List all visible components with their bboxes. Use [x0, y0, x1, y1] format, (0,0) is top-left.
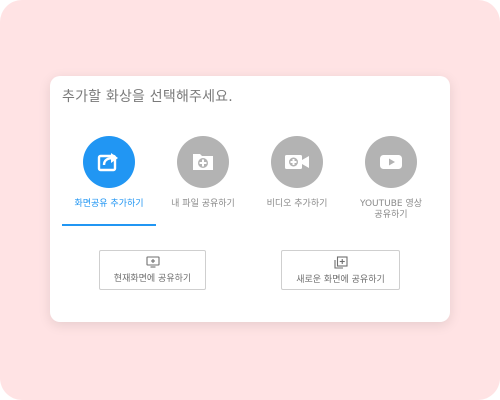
video-add-icon — [285, 155, 309, 169]
page-background: 추가할 화상을 선택해주세요. 화면공유 추가하기 내 파일 공유하기 비디오 … — [0, 0, 500, 400]
active-tab-underline — [62, 224, 156, 226]
option-label: 내 파일 공유하기 — [171, 199, 235, 209]
share-new-screen-button[interactable]: 새로운 화면에 공유하기 — [281, 250, 400, 290]
option-video-add[interactable]: 비디오 추가하기 — [250, 136, 344, 231]
option-youtube-share[interactable]: YOUTUBE 영상 공유하기 — [344, 136, 438, 231]
share-new-screen-label: 새로운 화면에 공유하기 — [296, 274, 385, 285]
option-label: 비디오 추가하기 — [266, 199, 328, 209]
source-options: 화면공유 추가하기 내 파일 공유하기 비디오 추가하기 YOUTUBE 영상 … — [62, 136, 438, 231]
option-file-share[interactable]: 내 파일 공유하기 — [156, 136, 250, 231]
dialog-title: 추가할 화상을 선택해주세요. — [62, 89, 233, 105]
option-screen-share[interactable]: 화면공유 추가하기 — [62, 136, 156, 231]
youtube-share-button-circle[interactable] — [365, 136, 417, 188]
option-label: 화면공유 추가하기 — [74, 199, 144, 209]
youtube-play-icon — [380, 155, 402, 169]
add-source-dialog: 추가할 화상을 선택해주세요. 화면공유 추가하기 내 파일 공유하기 비디오 … — [50, 76, 450, 322]
screen-share-button-circle[interactable] — [83, 136, 135, 188]
share-current-screen-button[interactable]: 현재화면에 공유하기 — [99, 250, 206, 290]
file-share-button-circle[interactable] — [177, 136, 229, 188]
monitor-plus-icon — [145, 256, 160, 268]
file-add-icon — [193, 154, 213, 170]
share-current-screen-label: 현재화면에 공유하기 — [113, 274, 192, 284]
video-add-button-circle[interactable] — [271, 136, 323, 188]
share-screen-icon — [97, 153, 118, 172]
layers-plus-icon — [333, 255, 348, 269]
option-label: YOUTUBE 영상 공유하기 — [359, 199, 423, 220]
